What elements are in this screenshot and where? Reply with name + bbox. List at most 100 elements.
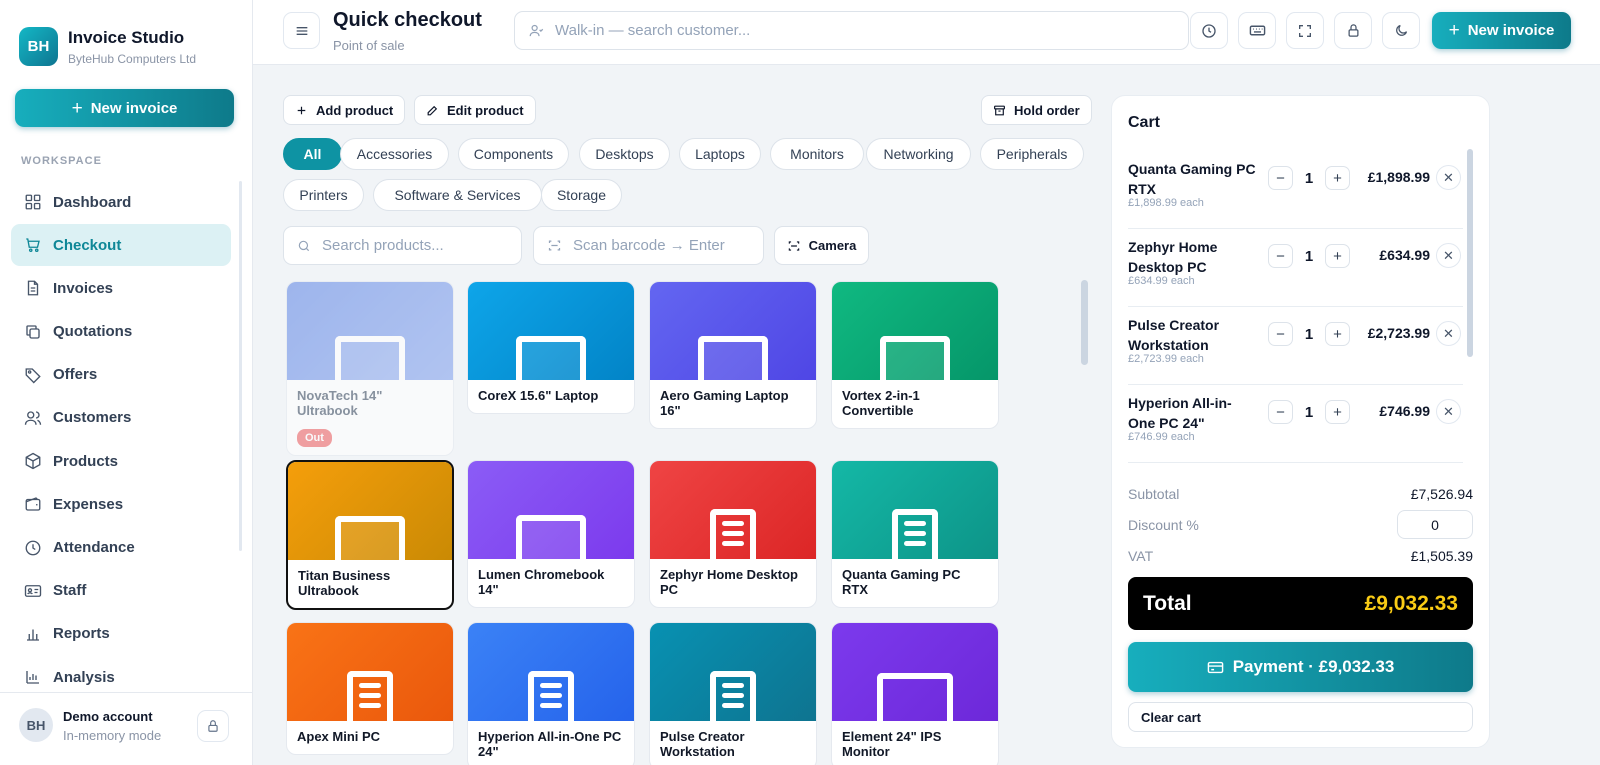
sidebar-item-invoices[interactable]: Invoices: [11, 267, 231, 309]
product-image: [650, 623, 816, 721]
sidebar-item-label: Analysis: [53, 668, 115, 686]
product-name: Element 24" IPS Monitor: [842, 729, 942, 759]
category-chip-components[interactable]: Components: [458, 138, 569, 170]
increase-quantity-button[interactable]: +: [1325, 166, 1350, 190]
increase-quantity-button[interactable]: +: [1325, 400, 1350, 424]
total-value: £9,032.33: [1364, 591, 1458, 615]
remove-item-button[interactable]: ✕: [1436, 321, 1461, 346]
remove-item-button[interactable]: ✕: [1436, 399, 1461, 424]
close-icon: ✕: [1443, 169, 1454, 185]
hold-order-button[interactable]: Hold order: [981, 95, 1092, 125]
category-chip-printers[interactable]: Printers: [283, 179, 364, 211]
moon-icon: [1395, 24, 1407, 36]
brand-name: Invoice Studio: [68, 27, 185, 47]
sidebar-item-quotations[interactable]: Quotations: [11, 311, 231, 353]
increase-quantity-button[interactable]: +: [1325, 322, 1350, 346]
lock-account-button[interactable]: [197, 710, 229, 742]
cart-item-unit-price: £746.99 each: [1128, 431, 1195, 443]
category-chip-software-services[interactable]: Software & Services: [373, 179, 542, 211]
clear-cart-button[interactable]: Clear cart: [1128, 702, 1473, 732]
product-card[interactable]: Element 24" IPS Monitor: [831, 622, 999, 765]
customer-search-input[interactable]: Walk-in — search customer...: [514, 11, 1189, 50]
add-product-button[interactable]: Add product: [283, 95, 406, 125]
product-grid-scrollbar[interactable]: [1081, 280, 1088, 365]
fullscreen-button[interactable]: [1286, 12, 1324, 49]
cart-title: Cart: [1128, 114, 1161, 131]
sidebar-new-invoice-button[interactable]: + New invoice: [15, 89, 234, 127]
workspace-section-label: WORKSPACE: [21, 155, 102, 167]
product-image: [287, 282, 453, 380]
sidebar-item-label: Dashboard: [53, 193, 132, 211]
product-image: [468, 461, 634, 559]
category-chip-desktops[interactable]: Desktops: [579, 138, 670, 170]
quantity-value[interactable]: 1: [1293, 248, 1325, 265]
sidebar-item-attendance[interactable]: Attendance: [11, 527, 231, 569]
sidebar-item-label: Checkout: [53, 236, 122, 254]
product-card[interactable]: NovaTech 14" Ultrabook Out: [286, 281, 454, 456]
product-card[interactable]: Pulse Creator Workstation: [649, 622, 817, 765]
sidebar-item-offers[interactable]: Offers: [11, 354, 231, 396]
sidebar-item-reports[interactable]: Reports: [11, 613, 231, 655]
cart-scrollbar[interactable]: [1467, 149, 1473, 357]
product-card[interactable]: Zephyr Home Desktop PC: [649, 460, 817, 608]
out-of-stock-badge: Out: [297, 429, 332, 447]
product-card[interactable]: Lumen Chromebook 14": [467, 460, 635, 608]
decrease-quantity-button[interactable]: −: [1268, 166, 1293, 190]
decrease-quantity-button[interactable]: −: [1268, 400, 1293, 424]
header-new-invoice-button[interactable]: + New invoice: [1432, 12, 1571, 49]
history-button[interactable]: [1190, 12, 1228, 49]
product-card[interactable]: Quanta Gaming PC RTX: [831, 460, 999, 608]
remove-item-button[interactable]: ✕: [1436, 243, 1461, 268]
avatar[interactable]: BH: [19, 708, 53, 742]
product-search-placeholder: Search products...: [322, 237, 444, 254]
menu-toggle-button[interactable]: [283, 12, 320, 49]
category-chip-storage[interactable]: Storage: [541, 179, 622, 211]
product-image: [832, 623, 998, 721]
product-search-input[interactable]: Search products...: [283, 226, 522, 265]
product-card[interactable]: Titan Business Ultrabook: [286, 460, 454, 610]
dark-mode-toggle[interactable]: [1382, 12, 1420, 49]
copy-icon: [24, 323, 42, 341]
category-chip-peripherals[interactable]: Peripherals: [980, 138, 1084, 170]
category-chip-laptops[interactable]: Laptops: [679, 138, 761, 170]
lock-screen-button[interactable]: [1334, 12, 1372, 49]
product-image: [468, 282, 634, 380]
category-chip-all[interactable]: All: [283, 138, 342, 170]
keyboard-shortcuts-button[interactable]: [1238, 12, 1276, 49]
page-title: Quick checkout: [333, 9, 482, 31]
category-chip-monitors[interactable]: Monitors: [770, 138, 864, 170]
decrease-quantity-button[interactable]: −: [1268, 322, 1293, 346]
product-card[interactable]: Aero Gaming Laptop 16": [649, 281, 817, 429]
quantity-value[interactable]: 1: [1293, 404, 1325, 421]
camera-scan-button[interactable]: Camera: [774, 226, 869, 265]
company-name: ByteHub Computers Ltd: [68, 51, 197, 66]
sidebar-item-products[interactable]: Products: [11, 440, 231, 482]
cart-item: Hyperion All-in-One PC 24" £746.99 each −1…: [1128, 385, 1463, 463]
sidebar-item-label: Products: [53, 452, 119, 470]
discount-input[interactable]: 0: [1397, 510, 1473, 539]
remove-item-button[interactable]: ✕: [1436, 165, 1461, 190]
sidebar-item-dashboard[interactable]: Dashboard: [11, 181, 231, 223]
product-image: [832, 282, 998, 380]
sidebar-item-customers[interactable]: Customers: [11, 397, 231, 439]
product-card[interactable]: Apex Mini PC: [286, 622, 454, 755]
quantity-value[interactable]: 1: [1293, 170, 1325, 187]
product-card[interactable]: Hyperion All-in-One PC 24": [467, 622, 635, 765]
sidebar-item-staff[interactable]: Staff: [11, 570, 231, 612]
sidebar-scrollbar[interactable]: [239, 181, 242, 551]
increase-quantity-button[interactable]: +: [1325, 244, 1350, 268]
barcode-input[interactable]: Scan barcode → Enter: [533, 226, 764, 265]
edit-product-button[interactable]: Edit product: [414, 95, 536, 125]
product-card[interactable]: Vortex 2-in-1 Convertible: [831, 281, 999, 429]
sidebar-item-checkout[interactable]: Checkout: [11, 224, 231, 267]
product-card[interactable]: CoreX 15.6" Laptop: [467, 281, 635, 414]
quantity-value[interactable]: 1: [1293, 326, 1325, 343]
subtotal-row: Subtotal £7,526.94: [1128, 486, 1473, 502]
sidebar-item-expenses[interactable]: Expenses: [11, 483, 231, 525]
product-name: Quanta Gaming PC RTX: [842, 567, 961, 597]
payment-button[interactable]: Payment · £9,032.33: [1128, 642, 1473, 692]
category-chip-networking[interactable]: Networking: [866, 138, 971, 170]
tag-icon: [24, 366, 42, 384]
category-chip-accessories[interactable]: Accessories: [340, 138, 449, 170]
decrease-quantity-button[interactable]: −: [1268, 244, 1293, 268]
